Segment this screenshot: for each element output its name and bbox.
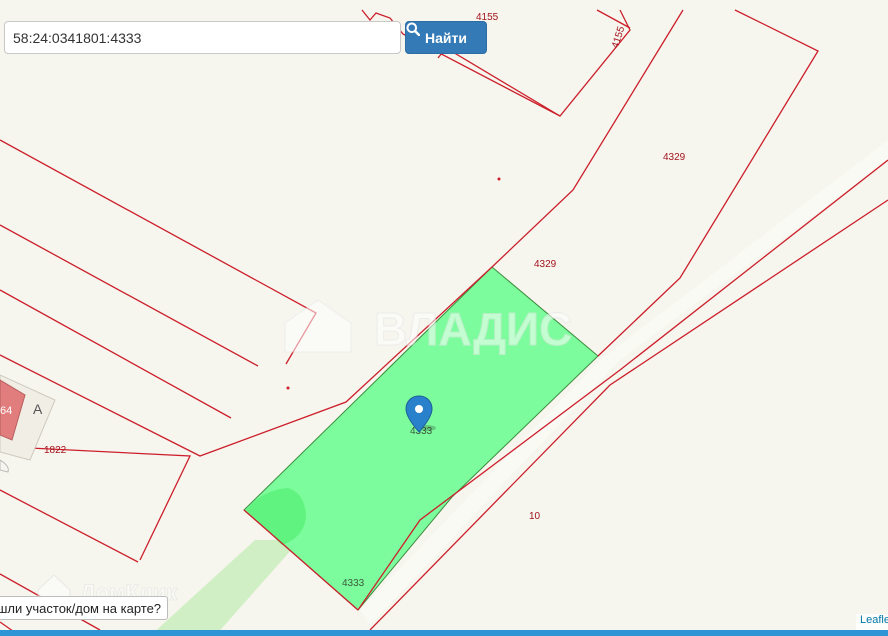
vladis-watermark: ВЛАДИС — [284, 299, 573, 356]
leaflet-attribution-link[interactable]: Leaflet — [856, 614, 888, 630]
label-4333-bottom: 4333 — [342, 578, 365, 589]
label-10: 10 — [529, 511, 541, 522]
building — [0, 374, 56, 473]
search-button-label: Найти — [425, 29, 467, 46]
report-parcel-label: шли участок/дом на карте? — [0, 600, 162, 616]
label-4329-lower: 4329 — [534, 259, 557, 270]
map-layer[interactable]: ВЛАДИС ДомКлик 4155 4155 4329 4329 1822 … — [0, 0, 888, 636]
vladis-watermark-text: ВЛАДИС — [374, 303, 572, 355]
label-building-number: 64 — [0, 405, 12, 417]
survey-dot — [497, 177, 501, 181]
search-button[interactable]: Найти — [405, 21, 487, 54]
label-4329-upper: 4329 — [663, 152, 686, 163]
report-parcel-button[interactable]: шли участок/дом на карте? — [0, 596, 169, 620]
cadastral-search-input[interactable] — [4, 21, 401, 54]
label-1822: 1822 — [44, 445, 67, 456]
label-building-letter: А — [33, 401, 43, 417]
bottom-strip — [0, 630, 888, 636]
survey-dot — [286, 386, 290, 390]
map-canvas[interactable]: ВЛАДИС ДомКлик 4155 4155 4329 4329 1822 … — [0, 0, 888, 636]
search-icon — [406, 22, 420, 36]
leaflet-attribution-text: Leaflet — [860, 614, 888, 626]
